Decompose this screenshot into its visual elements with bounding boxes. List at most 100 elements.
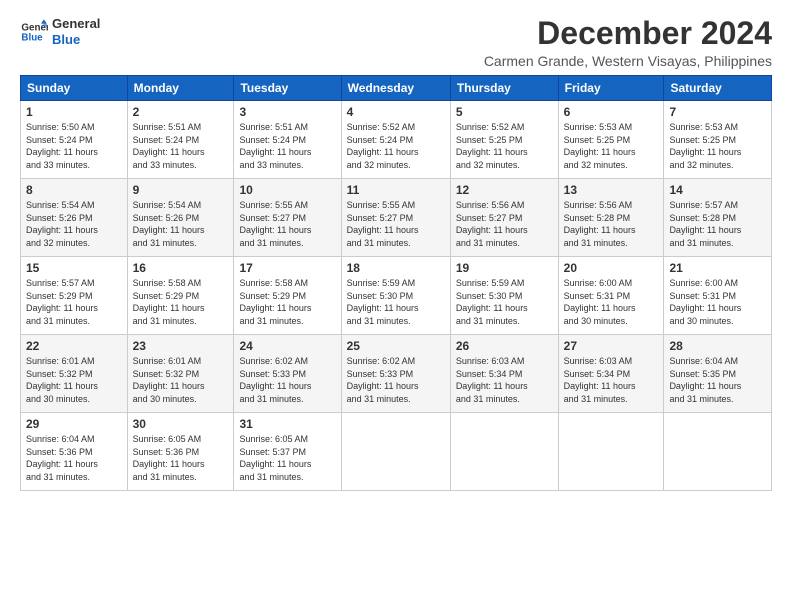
day-info: Sunrise: 5:53 AM Sunset: 5:25 PM Dayligh… [669,121,766,171]
day-number: 17 [239,261,335,275]
day-info: Sunrise: 5:56 AM Sunset: 5:28 PM Dayligh… [564,199,659,249]
day-number: 30 [133,417,229,431]
calendar-header-row: Sunday Monday Tuesday Wednesday Thursday… [21,76,772,101]
day-info: Sunrise: 5:51 AM Sunset: 5:24 PM Dayligh… [239,121,335,171]
title-block: December 2024 Carmen Grande, Western Vis… [484,16,772,69]
calendar-cell: 1 Sunrise: 5:50 AM Sunset: 5:24 PM Daylig… [21,101,128,179]
calendar-cell: 22 Sunrise: 6:01 AM Sunset: 5:32 PM Dayli… [21,335,128,413]
calendar-cell: 18Sunrise: 5:59 AM Sunset: 5:30 PM Dayli… [341,257,450,335]
day-info: Sunrise: 6:05 AM Sunset: 5:36 PM Dayligh… [133,433,229,483]
calendar-cell: 21Sunrise: 6:00 AM Sunset: 5:31 PM Dayli… [664,257,772,335]
day-info: Sunrise: 5:57 AM Sunset: 5:28 PM Dayligh… [669,199,766,249]
col-saturday: Saturday [664,76,772,101]
day-info: Sunrise: 5:56 AM Sunset: 5:27 PM Dayligh… [456,199,553,249]
day-number: 26 [456,339,553,353]
day-info: Sunrise: 5:52 AM Sunset: 5:24 PM Dayligh… [347,121,445,171]
calendar-cell: 5 Sunrise: 5:52 AM Sunset: 5:25 PM Daylig… [450,101,558,179]
calendar-cell: 7 Sunrise: 5:53 AM Sunset: 5:25 PM Daylig… [664,101,772,179]
col-sunday: Sunday [21,76,128,101]
day-number: 3 [239,105,335,119]
day-number: 4 [347,105,445,119]
calendar-cell: 31 Sunrise: 6:05 AM Sunset: 5:37 PM Dayli… [234,413,341,491]
day-number: 13 [564,183,659,197]
day-info: Sunrise: 5:50 AM Sunset: 5:24 PM Dayligh… [26,121,122,171]
calendar-cell: 13 Sunrise: 5:56 AM Sunset: 5:28 PM Dayli… [558,179,664,257]
calendar-cell [341,413,450,491]
day-number: 31 [239,417,335,431]
day-number: 20 [564,261,659,275]
calendar-table: Sunday Monday Tuesday Wednesday Thursday… [20,75,772,491]
day-number: 8 [26,183,122,197]
month-title: December 2024 [484,16,772,51]
day-info: Sunrise: 6:05 AM Sunset: 5:37 PM Dayligh… [239,433,335,483]
day-info: Sunrise: 5:54 AM Sunset: 5:26 PM Dayligh… [26,199,122,249]
calendar-cell: 23 Sunrise: 6:01 AM Sunset: 5:32 PM Dayli… [127,335,234,413]
calendar-cell: 30 Sunrise: 6:05 AM Sunset: 5:36 PM Dayli… [127,413,234,491]
calendar-cell: 25 Sunrise: 6:02 AM Sunset: 5:33 PM Dayli… [341,335,450,413]
day-number: 12 [456,183,553,197]
day-number: 5 [456,105,553,119]
day-info: Sunrise: 5:52 AM Sunset: 5:25 PM Dayligh… [456,121,553,171]
svg-text:Blue: Blue [21,32,43,43]
day-number: 6 [564,105,659,119]
day-number: 14 [669,183,766,197]
day-info: Sunrise: 5:53 AM Sunset: 5:25 PM Dayligh… [564,121,659,171]
day-info: Sunrise: 6:02 AM Sunset: 5:33 PM Dayligh… [347,355,445,405]
day-number: 10 [239,183,335,197]
day-number: 1 [26,105,122,119]
calendar-cell: 26Sunrise: 6:03 AM Sunset: 5:34 PM Dayli… [450,335,558,413]
calendar-cell: 6 Sunrise: 5:53 AM Sunset: 5:25 PM Daylig… [558,101,664,179]
day-info: Sunrise: 5:55 AM Sunset: 5:27 PM Dayligh… [347,199,445,249]
calendar-cell: 12 Sunrise: 5:56 AM Sunset: 5:27 PM Dayli… [450,179,558,257]
calendar-cell: 15 Sunrise: 5:57 AM Sunset: 5:29 PM Dayli… [21,257,128,335]
logo-text: General Blue [52,16,100,47]
week-row-2: 8 Sunrise: 5:54 AM Sunset: 5:26 PM Daylig… [21,179,772,257]
week-row-4: 22 Sunrise: 6:01 AM Sunset: 5:32 PM Dayli… [21,335,772,413]
day-number: 7 [669,105,766,119]
day-number: 22 [26,339,122,353]
calendar-cell: 3 Sunrise: 5:51 AM Sunset: 5:24 PM Daylig… [234,101,341,179]
calendar-cell: 16 Sunrise: 5:58 AM Sunset: 5:29 PM Dayli… [127,257,234,335]
calendar-cell: 2Sunrise: 5:51 AM Sunset: 5:24 PM Daylig… [127,101,234,179]
day-info: Sunrise: 5:57 AM Sunset: 5:29 PM Dayligh… [26,277,122,327]
calendar-cell: 10 Sunrise: 5:55 AM Sunset: 5:27 PM Dayli… [234,179,341,257]
day-info: Sunrise: 5:59 AM Sunset: 5:30 PM Dayligh… [347,277,445,327]
day-number: 16 [133,261,229,275]
day-info: Sunrise: 5:59 AM Sunset: 5:30 PM Dayligh… [456,277,553,327]
calendar-cell: 24Sunrise: 6:02 AM Sunset: 5:33 PM Dayli… [234,335,341,413]
day-info: Sunrise: 6:02 AM Sunset: 5:33 PM Dayligh… [239,355,335,405]
logo: General Blue General Blue [20,16,100,47]
calendar-body: 1 Sunrise: 5:50 AM Sunset: 5:24 PM Daylig… [21,101,772,491]
day-info: Sunrise: 6:01 AM Sunset: 5:32 PM Dayligh… [133,355,229,405]
day-number: 2 [133,105,229,119]
day-number: 25 [347,339,445,353]
day-number: 27 [564,339,659,353]
calendar-cell [558,413,664,491]
week-row-3: 15 Sunrise: 5:57 AM Sunset: 5:29 PM Dayli… [21,257,772,335]
week-row-5: 29 Sunrise: 6:04 AM Sunset: 5:36 PM Dayli… [21,413,772,491]
calendar-cell: 14 Sunrise: 5:57 AM Sunset: 5:28 PM Dayli… [664,179,772,257]
calendar-cell: 29 Sunrise: 6:04 AM Sunset: 5:36 PM Dayli… [21,413,128,491]
day-number: 9 [133,183,229,197]
calendar-cell: 8 Sunrise: 5:54 AM Sunset: 5:26 PM Daylig… [21,179,128,257]
header: General Blue General Blue December 2024 … [20,16,772,69]
day-number: 11 [347,183,445,197]
day-info: Sunrise: 6:01 AM Sunset: 5:32 PM Dayligh… [26,355,122,405]
day-info: Sunrise: 6:03 AM Sunset: 5:34 PM Dayligh… [564,355,659,405]
day-number: 23 [133,339,229,353]
calendar-cell: 19Sunrise: 5:59 AM Sunset: 5:30 PM Dayli… [450,257,558,335]
day-info: Sunrise: 5:55 AM Sunset: 5:27 PM Dayligh… [239,199,335,249]
col-tuesday: Tuesday [234,76,341,101]
calendar-cell [664,413,772,491]
day-info: Sunrise: 6:04 AM Sunset: 5:36 PM Dayligh… [26,433,122,483]
calendar-cell: 20Sunrise: 6:00 AM Sunset: 5:31 PM Dayli… [558,257,664,335]
day-number: 28 [669,339,766,353]
calendar-cell: 9Sunrise: 5:54 AM Sunset: 5:26 PM Daylig… [127,179,234,257]
calendar-cell [450,413,558,491]
day-number: 29 [26,417,122,431]
page: General Blue General Blue December 2024 … [0,0,792,612]
col-friday: Friday [558,76,664,101]
col-thursday: Thursday [450,76,558,101]
day-number: 15 [26,261,122,275]
day-info: Sunrise: 5:58 AM Sunset: 5:29 PM Dayligh… [133,277,229,327]
